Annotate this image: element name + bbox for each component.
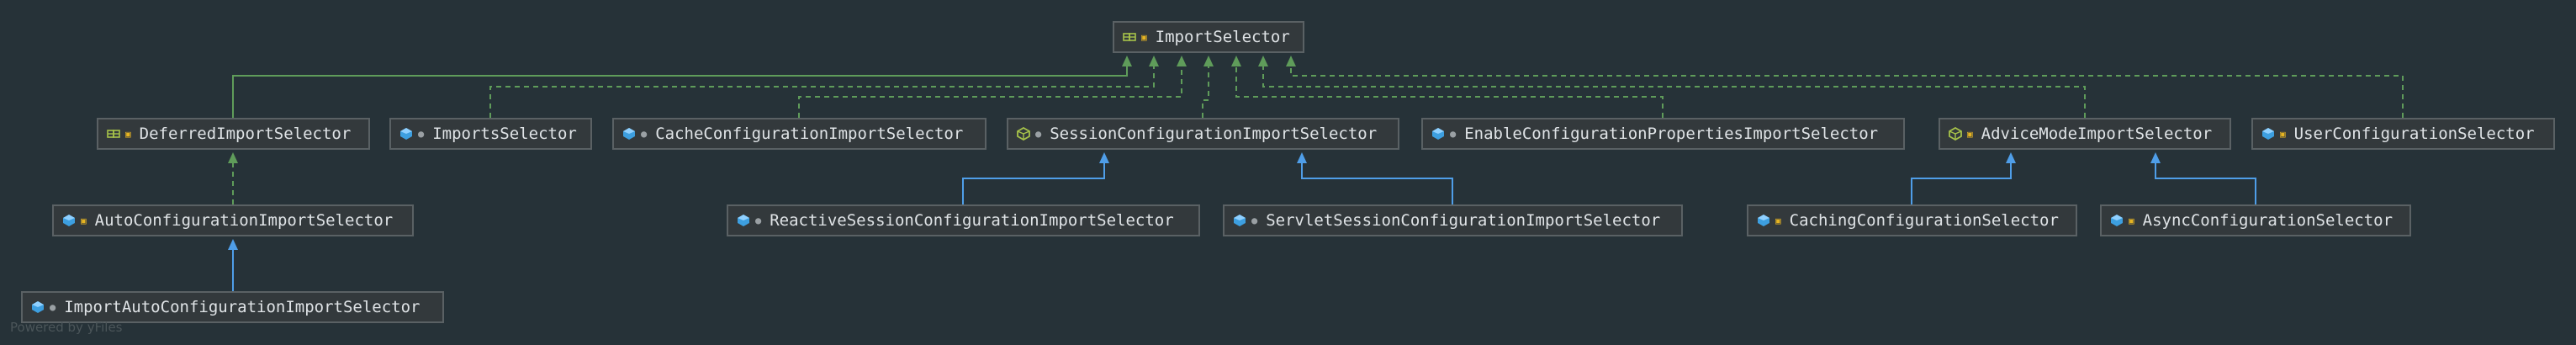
edge-imports-selector-to-import-selector — [489, 56, 1159, 118]
class-icon — [400, 128, 412, 140]
visibility-dot-icon: ● — [418, 128, 425, 140]
arrowhead — [1297, 152, 1307, 163]
visibility-dot-icon: ● — [1450, 128, 1457, 140]
footer-watermark: Powered by yFiles — [10, 320, 123, 335]
node-label: CacheConfigurationImportSelector — [655, 125, 964, 143]
arrowhead — [1203, 56, 1214, 66]
edge-caching-configuration-selector-to-advice-mode-import-selector — [1911, 152, 2016, 204]
arrowhead — [1286, 56, 1296, 66]
arrowhead — [1231, 56, 1241, 66]
node-imports-selector[interactable]: ● ImportsSelector — [389, 118, 592, 150]
lock-icon: ▣ — [1775, 215, 1781, 226]
class-icon — [738, 215, 749, 226]
node-import-selector[interactable]: ▣ ImportSelector — [1113, 21, 1304, 53]
class-icon — [2111, 215, 2123, 226]
node-label: UserConfigurationSelector — [2293, 125, 2535, 143]
node-servlet-session-configuration-import-selector[interactable]: ● ServletSessionConfigurationImportSelect… — [1223, 204, 1683, 236]
edge-auto-configuration-import-selector-to-deferred-import-selector — [228, 152, 238, 204]
lock-icon: ▣ — [2129, 215, 2134, 226]
arrowhead — [228, 152, 238, 163]
node-async-configuration-selector[interactable]: ▣ AsyncConfigurationSelector — [2100, 204, 2411, 236]
visibility-dot-icon: ● — [755, 215, 762, 226]
abstract-class-icon — [1017, 127, 1030, 141]
visibility-dot-icon: ● — [50, 301, 56, 313]
node-label: SessionConfigurationImportSelector — [1050, 125, 1378, 143]
node-user-configuration-selector[interactable]: ▣ UserConfigurationSelector — [2251, 118, 2555, 150]
node-label: ImportAutoConfigurationImportSelector — [64, 298, 421, 316]
abstract-class-icon — [1949, 127, 1962, 141]
edge-import-auto-configuration-import-selector-to-auto-configuration-import-selector — [228, 239, 238, 291]
edge-advice-mode-import-selector-to-import-selector — [1258, 56, 2086, 118]
diagram-canvas: ▣ ImportSelector ▣ DeferredImportSelector ● I… — [0, 0, 2576, 345]
node-label: AsyncConfigurationSelector — [2142, 211, 2394, 230]
node-label: ReactiveSessionConfigurationImportSelect… — [770, 211, 1174, 230]
edge-session-configuration-import-selector-to-import-selector — [1202, 56, 1214, 118]
interface-icon — [107, 130, 120, 138]
class-icon — [623, 128, 635, 140]
node-label: ServletSessionConfigurationImportSelecto… — [1266, 211, 1661, 230]
class-icon — [1758, 215, 1769, 226]
edge-servlet-session-configuration-import-selector-to-session-configuration-import-selector — [1297, 152, 1453, 204]
class-icon — [63, 215, 75, 226]
arrowhead — [1122, 56, 1132, 66]
node-caching-configuration-selector[interactable]: ▣ CachingConfigurationSelector — [1747, 204, 2077, 236]
lock-icon: ▣ — [2280, 128, 2286, 140]
lock-icon: ▣ — [1967, 128, 1973, 140]
class-icon — [1234, 215, 1246, 226]
node-label: EnableConfigurationPropertiesImportSelec… — [1464, 125, 1879, 143]
node-session-configuration-import-selector[interactable]: ● SessionConfigurationImportSelector — [1007, 118, 1399, 150]
arrowhead — [1149, 56, 1159, 66]
node-reactive-session-configuration-import-selector[interactable]: ● ReactiveSessionConfigurationImportSelec… — [727, 204, 1200, 236]
arrowhead — [1177, 56, 1187, 66]
edge-reactive-session-configuration-import-selector-to-session-configuration-import-selector — [962, 152, 1109, 204]
node-label: DeferredImportSelector — [139, 125, 352, 143]
node-deferred-import-selector[interactable]: ▣ DeferredImportSelector — [97, 118, 370, 150]
class-icon — [1432, 128, 1444, 140]
node-cache-configuration-import-selector[interactable]: ● CacheConfigurationImportSelector — [612, 118, 986, 150]
visibility-dot-icon: ● — [1251, 215, 1258, 226]
node-label: ImportsSelector — [432, 125, 577, 143]
arrowhead — [1099, 152, 1109, 163]
lock-icon: ▣ — [1141, 31, 1147, 43]
node-auto-configuration-import-selector[interactable]: ▣ AutoConfigurationImportSelector — [52, 204, 414, 236]
node-advice-mode-import-selector[interactable]: ▣ AdviceModeImportSelector — [1939, 118, 2231, 150]
edge-async-configuration-selector-to-advice-mode-import-selector — [2150, 152, 2256, 204]
arrowhead — [2150, 152, 2161, 163]
node-label: ImportSelector — [1155, 28, 1290, 46]
class-icon — [32, 301, 44, 313]
node-label: AutoConfigurationImportSelector — [94, 211, 394, 230]
interface-icon — [1123, 33, 1136, 41]
arrowhead — [1258, 56, 1268, 66]
visibility-dot-icon: ● — [641, 128, 648, 140]
class-icon — [2262, 128, 2274, 140]
node-label: CachingConfigurationSelector — [1789, 211, 2059, 230]
arrowhead — [228, 239, 238, 250]
lock-icon: ▣ — [81, 215, 87, 226]
node-label: AdviceModeImportSelector — [1981, 125, 2213, 143]
lock-icon: ▣ — [125, 128, 131, 140]
arrowhead — [2006, 152, 2016, 163]
node-enable-configuration-properties-import-selector[interactable]: ● EnableConfigurationPropertiesImportSele… — [1421, 118, 1905, 150]
visibility-dot-icon: ● — [1035, 128, 1042, 140]
node-import-auto-configuration-import-selector[interactable]: ● ImportAutoConfigurationImportSelector — [21, 291, 444, 323]
